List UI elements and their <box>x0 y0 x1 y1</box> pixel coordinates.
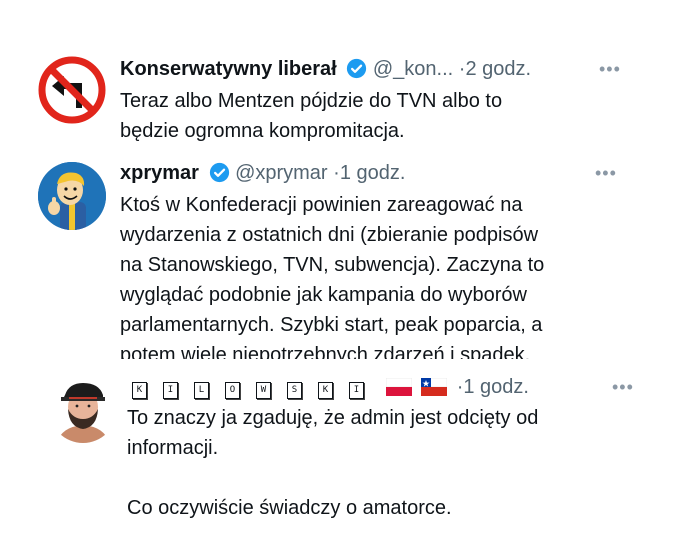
display-name[interactable]: Konserwatywny liberał <box>120 58 337 80</box>
no-left-turn-sign-icon <box>38 56 106 124</box>
timestamp[interactable]: 1 godz. <box>463 376 529 398</box>
handle[interactable]: @xprymar <box>235 162 328 184</box>
name-letter: K <box>318 382 333 399</box>
display-name[interactable]: KILOWSKI <box>132 376 386 399</box>
timestamp[interactable]: 1 godz. <box>340 162 406 184</box>
timestamp[interactable]: 2 godz. <box>465 58 531 80</box>
display-name[interactable]: xprymar <box>120 162 199 184</box>
tweet-line: Ktoś w Konfederacji powinien zareagować … <box>120 194 523 216</box>
more-options-icon[interactable]: ••• <box>612 377 634 398</box>
tweet-card-3[interactable]: KILOWSKI ·1 godz. ••• To znaczy ja zgadu… <box>22 359 654 525</box>
tweet-text: To znaczy ja zgaduję, że admin jest odci… <box>127 403 538 523</box>
flag-poland-icon <box>385 378 412 396</box>
vault-boy-avatar-icon <box>38 162 106 230</box>
tweet-line: Co oczywiście świadczy o amatorce. <box>127 497 452 519</box>
verified-badge-icon <box>209 162 229 183</box>
name-letter: O <box>225 382 240 399</box>
more-options-icon[interactable]: ••• <box>599 59 621 80</box>
name-letter: K <box>132 382 147 399</box>
tweet-text: Ktoś w Konfederacji powinien zareagować … <box>120 190 544 370</box>
tweet-text: Teraz albo Mentzen pójdzie do TVN albo t… <box>120 86 502 146</box>
tweet-line: parlamentarnych. Szybki start, peak popa… <box>120 314 543 336</box>
tweet-header: KILOWSKI ·1 godz. <box>132 375 529 399</box>
tweet-card-1[interactable]: Konserwatywny liberał @_kon... ·2 godz. … <box>22 40 622 150</box>
avatar[interactable] <box>49 375 117 443</box>
name-letter: I <box>163 382 178 399</box>
tweet-line: To znaczy ja zgaduję, że admin jest odci… <box>127 407 539 429</box>
flag-chile-icon <box>421 378 448 396</box>
separator: · <box>333 162 340 184</box>
verified-badge-icon <box>347 58 367 79</box>
tweet-line: na Stanowskiego, TVN, subwencja). Zaczyn… <box>120 254 545 276</box>
name-letter: W <box>256 382 271 399</box>
more-options-icon[interactable]: ••• <box>595 163 617 184</box>
bearded-man-cap-avatar-icon <box>49 375 117 443</box>
tweet-card-2[interactable]: xprymar @xprymar ·1 godz. ••• Ktoś w Kon… <box>22 150 637 366</box>
name-letter: S <box>287 382 302 399</box>
handle[interactable]: @_kon... <box>373 58 453 80</box>
tweet-line: wyglądać podobnie jak kampania do wyboró… <box>120 284 527 306</box>
name-letter: I <box>349 382 364 399</box>
tweet-line: Teraz albo Mentzen pójdzie do TVN albo t… <box>120 90 503 112</box>
avatar[interactable] <box>38 56 106 124</box>
tweet-line: wydarzenia z ostatnich dni (zbieranie po… <box>120 224 539 246</box>
tweet-header: Konserwatywny liberał @_kon... ·2 godz. <box>120 57 531 81</box>
tweet-line: informacji. <box>127 437 219 459</box>
tweet-header: xprymar @xprymar ·1 godz. <box>120 161 405 185</box>
tweet-line <box>127 463 538 493</box>
avatar[interactable] <box>38 162 106 230</box>
tweet-line: będzie ogromna kompromitacja. <box>120 120 405 142</box>
name-letter: L <box>194 382 209 399</box>
